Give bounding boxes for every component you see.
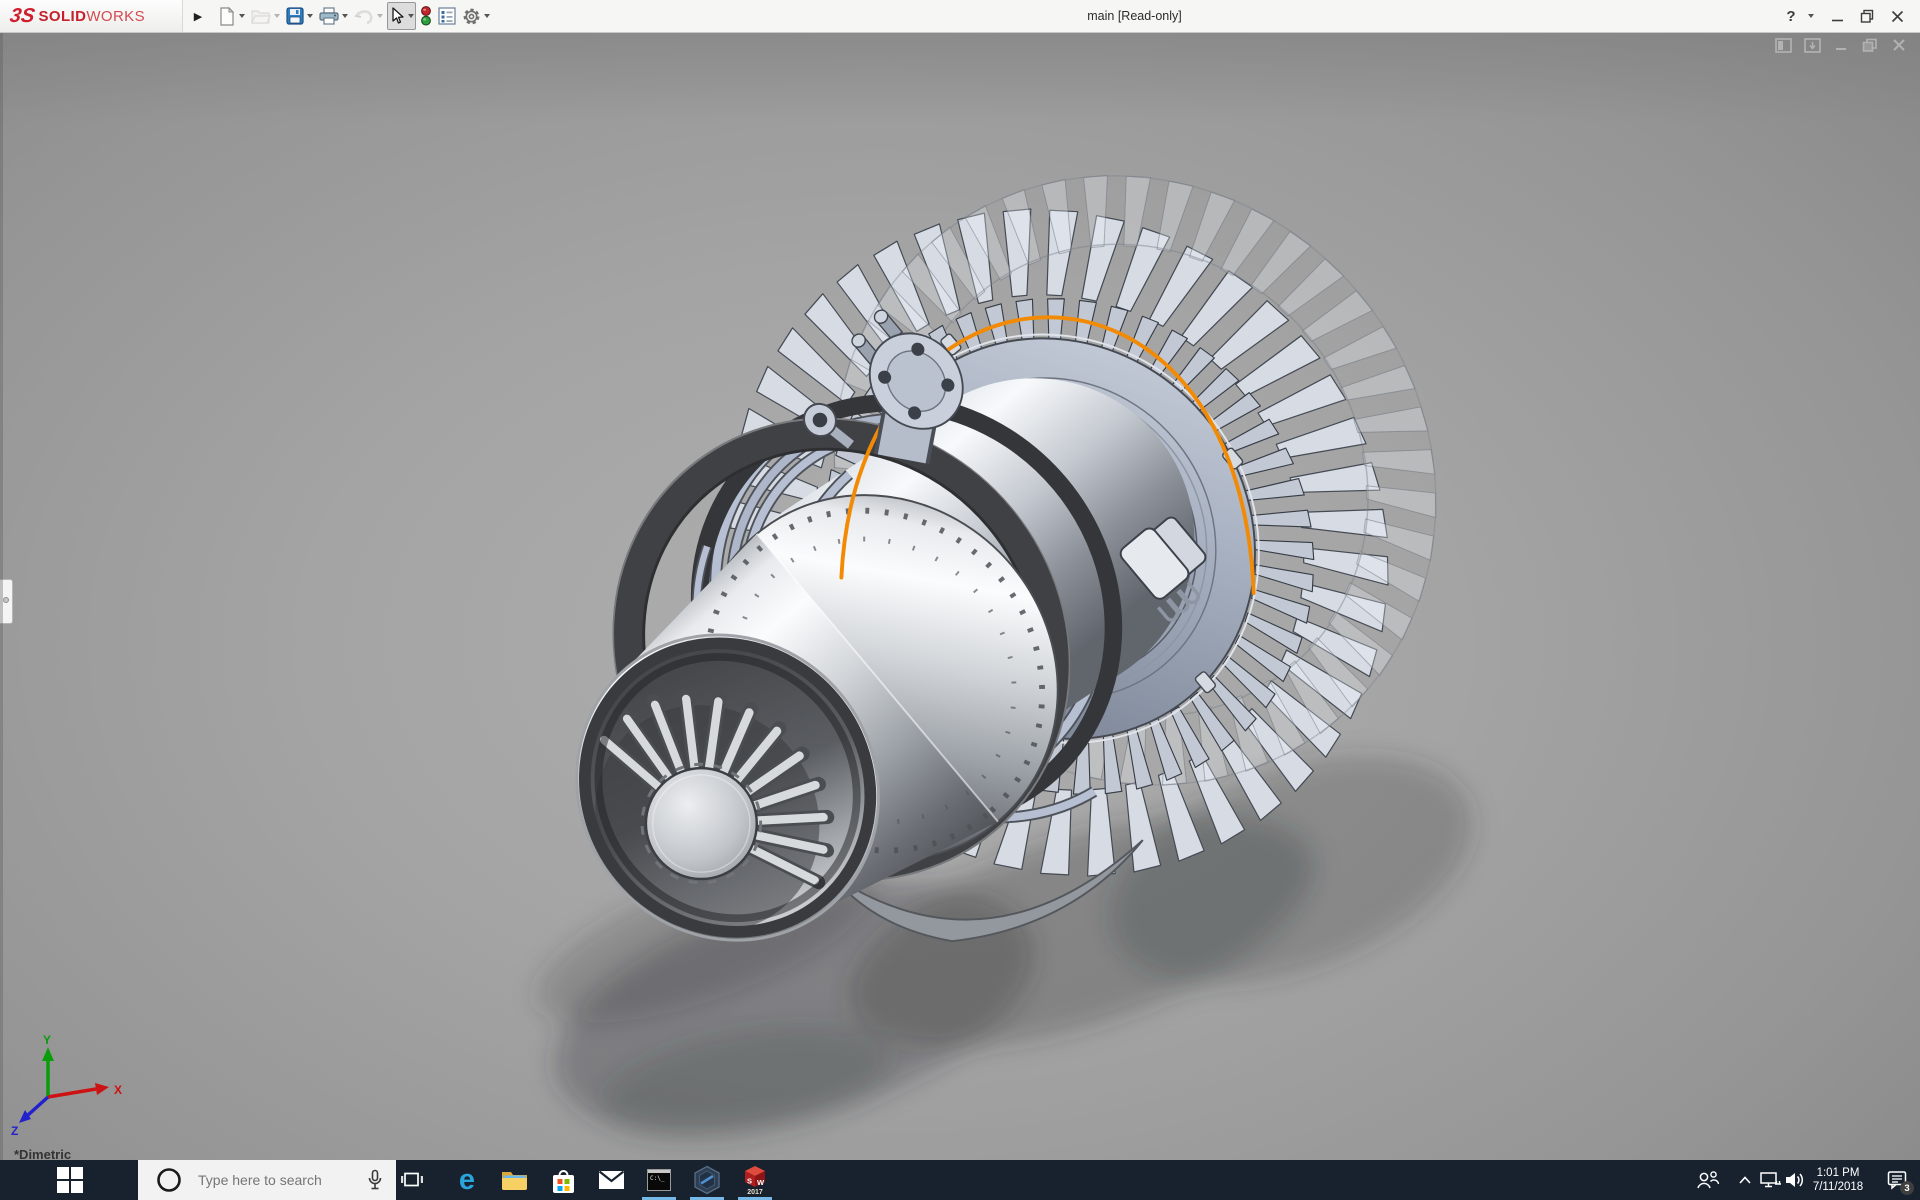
rebuild-button[interactable] <box>418 2 434 30</box>
file-properties-icon <box>438 7 456 25</box>
solidworks-logo: 3S SOLIDWORKS <box>0 0 183 32</box>
panel-right-icon[interactable] <box>1803 37 1821 53</box>
window-controls: ? <box>1776 3 1912 29</box>
cortana-icon <box>156 1167 182 1193</box>
document-title: main [Read-only] <box>493 9 1776 23</box>
tray-expand-button[interactable] <box>1732 1160 1758 1200</box>
file-properties-button[interactable] <box>436 2 458 30</box>
print-icon <box>319 7 339 25</box>
store-icon <box>551 1167 576 1194</box>
save-button[interactable] <box>284 2 315 30</box>
select-tool-button[interactable] <box>387 2 416 30</box>
edrawings-hexagon-icon <box>693 1165 721 1195</box>
print-button[interactable] <box>317 2 350 30</box>
clock-date: 7/11/2018 <box>1813 1180 1863 1194</box>
close-button[interactable] <box>1882 3 1912 29</box>
tab-knob-icon <box>3 597 9 603</box>
mail-icon <box>598 1170 625 1190</box>
engine-model[interactable] <box>0 33 1920 1160</box>
taskbar-app-command-prompt[interactable]: C:\_ <box>637 1160 681 1200</box>
new-document-button[interactable] <box>216 2 247 30</box>
quick-access-toolbar <box>215 0 493 32</box>
reference-triad[interactable]: Y X Z <box>10 1033 140 1138</box>
solidworks-2017-icon: S W 2017 <box>740 1164 770 1196</box>
logo-text-works: WORKS <box>86 8 145 25</box>
open-folder-icon <box>251 7 271 25</box>
taskbar-app-solidworks[interactable]: S W 2017 <box>733 1160 777 1200</box>
network-icon <box>1760 1171 1782 1189</box>
restore-icon <box>1860 9 1874 23</box>
minimize-icon[interactable] <box>1832 37 1850 53</box>
taskbar-app-mail[interactable] <box>589 1160 633 1200</box>
command-prompt-icon: C:\_ <box>647 1169 671 1191</box>
windows-logo-icon <box>57 1167 83 1193</box>
open-button[interactable] <box>249 2 282 30</box>
title-bar: 3S SOLIDWORKS ▶ <box>0 0 1920 33</box>
y-axis-arrow-icon <box>42 1047 54 1061</box>
notification-badge: 3 <box>1900 1181 1914 1195</box>
taskbar-app-edge[interactable]: e <box>445 1160 489 1200</box>
start-button[interactable] <box>44 1160 96 1200</box>
help-dropdown-caret-icon[interactable] <box>1808 14 1814 18</box>
people-button[interactable] <box>1692 1160 1724 1200</box>
select-cursor-icon <box>389 7 405 25</box>
minimize-button[interactable] <box>1822 3 1852 29</box>
chevron-up-icon <box>1738 1175 1752 1185</box>
restore-icon[interactable] <box>1861 37 1879 53</box>
z-axis-label: Z <box>11 1124 18 1138</box>
close-icon[interactable] <box>1890 37 1908 53</box>
task-view-icon <box>400 1169 424 1191</box>
undo-button[interactable] <box>352 2 385 30</box>
help-button[interactable]: ? <box>1776 3 1806 29</box>
panel-left-icon[interactable] <box>1774 37 1792 53</box>
dropdown-caret-icon[interactable] <box>408 14 414 18</box>
microphone-icon[interactable] <box>366 1169 384 1191</box>
new-document-icon <box>218 7 236 26</box>
logo-text-solid: SOLID <box>38 8 86 25</box>
taskbar-app-store[interactable] <box>541 1160 585 1200</box>
volume-icon <box>1784 1171 1806 1189</box>
save-floppy-icon <box>286 7 304 25</box>
rebuild-traffic-light-icon <box>420 6 432 26</box>
windows-taskbar: e C:\_ S W 2017 <box>0 1160 1920 1200</box>
feature-manager-collapsed-tab[interactable] <box>0 579 13 624</box>
svg-text:W: W <box>757 1178 765 1187</box>
options-button[interactable] <box>460 2 492 30</box>
taskbar-app-file-explorer[interactable] <box>492 1160 536 1200</box>
dropdown-caret-icon[interactable] <box>274 14 280 18</box>
spinner-hub-cap <box>646 768 757 879</box>
dropdown-caret-icon[interactable] <box>342 14 348 18</box>
search-input[interactable] <box>196 1171 350 1189</box>
dropdown-caret-icon[interactable] <box>377 14 383 18</box>
dropdown-caret-icon[interactable] <box>307 14 313 18</box>
close-icon <box>1891 10 1904 23</box>
taskbar-search-box[interactable] <box>138 1160 396 1200</box>
task-view-button[interactable] <box>390 1160 434 1200</box>
options-gear-icon <box>462 7 481 26</box>
minimize-icon <box>1831 10 1844 23</box>
graphics-viewport[interactable]: Y X Z *Dimetric <box>0 33 1920 1160</box>
clock-time: 1:01 PM <box>1817 1166 1860 1180</box>
action-center-button[interactable]: 3 <box>1880 1160 1916 1200</box>
edge-icon: e <box>459 1166 475 1195</box>
dropdown-caret-icon[interactable] <box>239 14 245 18</box>
restore-button[interactable] <box>1852 3 1882 29</box>
solidworks-logo-mark: 3S <box>8 5 37 28</box>
view-orientation-label: *Dimetric <box>14 1147 71 1160</box>
svg-text:S: S <box>747 1177 752 1186</box>
taskbar-app-edrawings[interactable] <box>685 1160 729 1200</box>
dropdown-caret-icon[interactable] <box>484 14 490 18</box>
people-icon <box>1696 1170 1720 1190</box>
file-explorer-icon <box>501 1169 528 1191</box>
svg-text:2017: 2017 <box>747 1189 763 1196</box>
y-axis-label: Y <box>43 1033 51 1047</box>
x-axis-label: X <box>114 1083 122 1097</box>
child-window-controls <box>1774 37 1908 53</box>
menu-flyout-arrow[interactable]: ▶ <box>185 1 211 31</box>
x-axis-arrow-icon <box>95 1083 109 1095</box>
taskbar-clock[interactable]: 1:01 PM 7/11/2018 <box>1806 1160 1870 1200</box>
undo-icon <box>354 8 374 25</box>
